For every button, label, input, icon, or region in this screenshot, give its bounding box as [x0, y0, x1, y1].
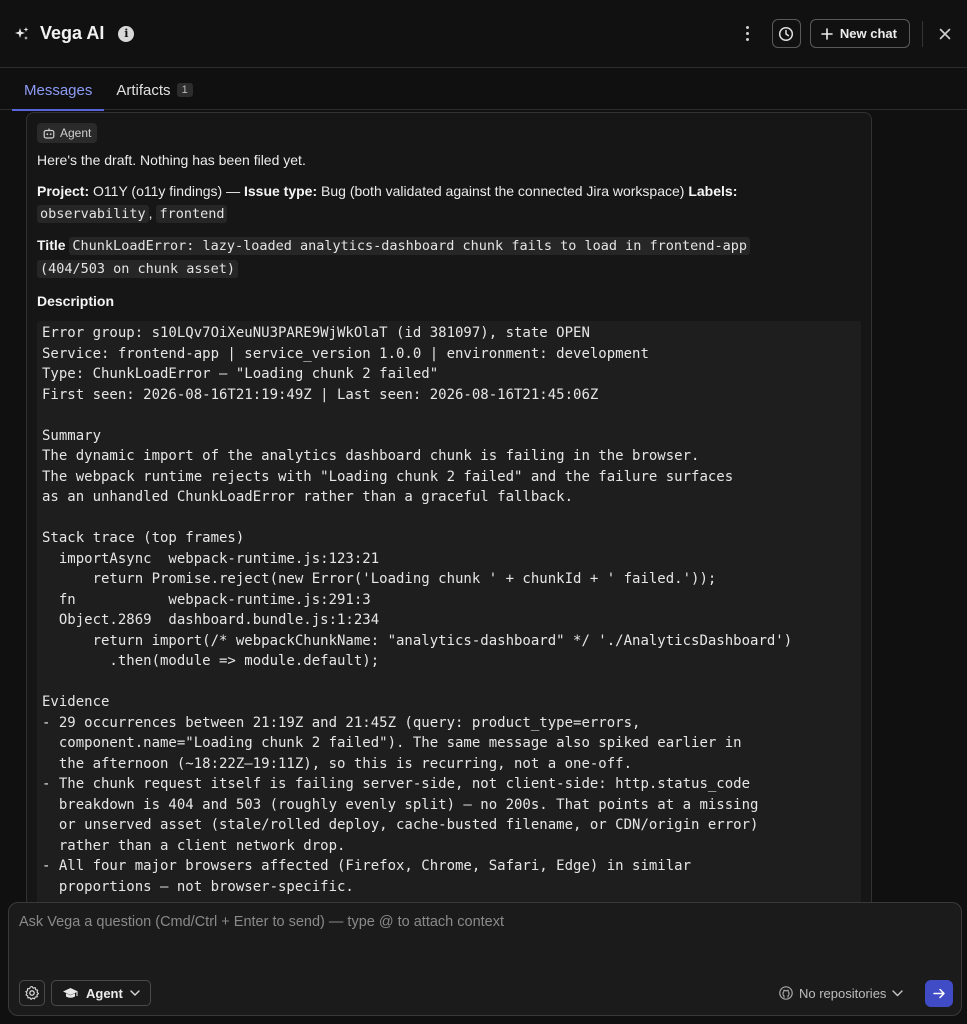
issue-type-label: Issue type:: [243, 183, 318, 199]
plus-icon: [821, 27, 833, 40]
chevron-down-icon: [130, 990, 140, 996]
description-line: [42, 672, 856, 693]
description-label: Description: [37, 293, 115, 309]
description-line: Stack trace (top frames): [42, 530, 245, 546]
close-icon[interactable]: [937, 26, 953, 42]
tab-messages[interactable]: Messages: [12, 70, 105, 111]
repository-selector[interactable]: No repositories: [779, 983, 904, 1003]
description-line: component.name="Loading chunk 2 failed")…: [42, 735, 742, 751]
description-line: the afternoon (~18:22Z–19:11Z), so this …: [42, 755, 633, 772]
tab-bar: Messages Artifacts 1: [0, 70, 967, 111]
description-line: - The chunk request itself is failing se…: [42, 776, 751, 792]
repository-label: No repositories: [799, 985, 887, 1001]
sparkle-icon: [14, 26, 30, 42]
artifacts-count-badge: 1: [176, 83, 193, 97]
new-chat-button[interactable]: New chat: [809, 19, 910, 48]
description-line: [42, 508, 856, 529]
project-value: O11Y (o11y findings) —: [89, 183, 244, 199]
issue-type-value: Bug (both validated against the connecte…: [317, 183, 689, 199]
arrow-right-icon: [932, 988, 945, 999]
message-intro: Here's the draft. Nothing has been filed…: [37, 152, 306, 168]
description-line: Service: frontend-app | service_version …: [42, 345, 649, 362]
description-line: - All four major browsers affected (Fire…: [42, 858, 692, 874]
history-button[interactable]: [771, 19, 801, 48]
description-line: fn webpack-runtime.js:291:3: [42, 591, 371, 608]
description-line: Object.2869 dashboard.bundle.js:1:234: [42, 612, 380, 628]
history-icon: [779, 26, 794, 41]
chat-composer: Ask Vega a question (Cmd/Ctrl + Enter to…: [8, 902, 962, 1016]
chat-header: Vega AI i New chat: [0, 0, 967, 68]
labels-label: Labels:: [688, 183, 738, 199]
description-line: breakdown is 404 and 503 (roughly evenly…: [42, 796, 759, 813]
agent-badge-label: Agent: [60, 126, 92, 140]
description-line: Summary: [42, 427, 102, 444]
robot-icon: [43, 128, 55, 139]
gear-icon: [25, 985, 40, 1000]
description-line: Type: ChunkLoadError — "Loading chunk 2 …: [42, 366, 439, 382]
description-line: as an unhandled ChunkLoadError rather th…: [42, 489, 574, 505]
tab-messages-label: Messages: [24, 81, 93, 99]
graduation-cap-icon: [63, 987, 78, 998]
description-line: proportions — not browser-specific.: [42, 878, 354, 895]
description-line: return Promise.reject(new Error('Loading…: [42, 571, 717, 587]
new-chat-label: New chat: [839, 26, 897, 41]
description-line: or unserved asset (stale/rolled deploy, …: [42, 817, 759, 833]
description-line: importAsync webpack-runtime.js:123:21: [42, 550, 380, 567]
settings-button[interactable]: [19, 980, 45, 1006]
description-line: First seen: 2026-08-16T21:19:49Z | Last …: [42, 386, 599, 403]
issue-title: Title ChunkLoadError: lazy-loaded analyt…: [37, 234, 861, 280]
description-heading: Description: [37, 290, 861, 312]
issue-meta: Project: O11Y (o11y findings) — Issue ty…: [37, 180, 861, 225]
agent-mode-label: Agent: [86, 985, 123, 1001]
description-line: .then(module => module.default);: [42, 653, 380, 669]
title-value-continued: (404/503 on chunk asset): [37, 260, 239, 278]
project-label: Project:: [37, 183, 90, 199]
agent-message-card: Agent Here's the draft. Nothing has been…: [26, 112, 872, 912]
description-line: return import(/* webpackChunkName: "anal…: [42, 632, 793, 649]
tab-artifacts-label: Artifacts: [116, 81, 171, 99]
app-title: Vega AI: [40, 23, 105, 43]
label-chip: observability: [37, 205, 149, 223]
github-icon: [779, 986, 793, 1000]
description-line: [42, 405, 856, 426]
title-label: Title: [37, 237, 66, 253]
send-button[interactable]: [925, 980, 953, 1007]
agent-badge: Agent: [37, 123, 98, 143]
title-value: ChunkLoadError: lazy-loaded analytics-da…: [69, 237, 751, 255]
description-line: rather than a client network drop.: [42, 837, 346, 854]
description-line: - 29 occurrences between 21:19Z and 21:4…: [42, 714, 641, 731]
description-line: The dynamic import of the analytics dash…: [42, 448, 700, 464]
header-divider: [922, 20, 923, 47]
description-line: Error group: s10LQv7OiXeuNU3PARE9WjWkOla…: [42, 325, 590, 341]
composer-input[interactable]: Ask Vega a question (Cmd/Ctrl + Enter to…: [19, 914, 504, 930]
agent-mode-selector[interactable]: Agent: [51, 980, 151, 1006]
description-line: Evidence: [42, 694, 110, 710]
description-line: The webpack runtime rejects with "Loadin…: [42, 468, 734, 485]
chevron-down-icon: [892, 989, 904, 996]
description-code-block: Error group: s10LQv7OiXeuNU3PARE9WjWkOla…: [37, 321, 861, 911]
tab-artifacts[interactable]: Artifacts 1: [104, 70, 204, 110]
kebab-icon[interactable]: [738, 20, 758, 48]
label-chip: frontend: [156, 205, 228, 223]
info-icon[interactable]: i: [118, 25, 135, 42]
